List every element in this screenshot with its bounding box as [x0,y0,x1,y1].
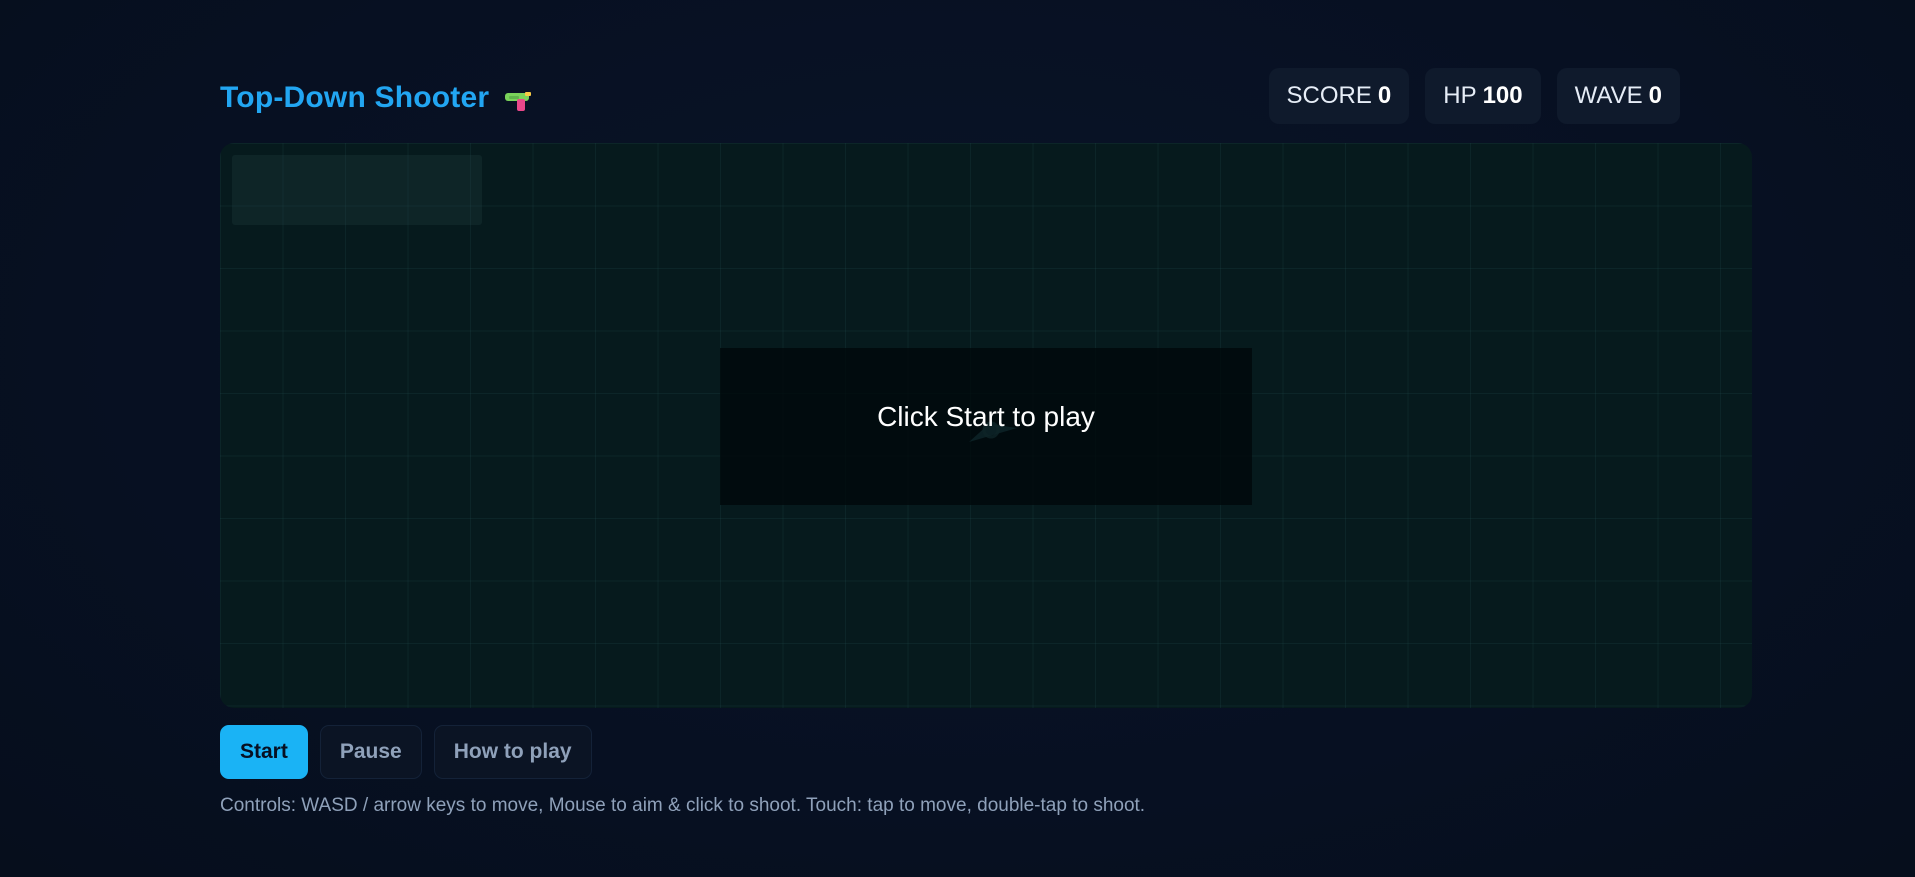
pause-button[interactable]: Pause [319,725,422,779]
wave-stat: WAVE 0 [1556,68,1680,124]
title-text: Top-Down Shooter [220,81,490,114]
header: Top-Down Shooter SCORE 0 HP 100 WAVE 0 [220,66,1752,124]
game-canvas[interactable]: Click Start to play [220,143,1752,708]
stats-bar: SCORE 0 HP 100 WAVE 0 [1268,68,1752,124]
score-value: 0 [1377,82,1392,109]
overlay-message: Click Start to play [877,400,1095,432]
how-to-play-button[interactable]: How to play [433,725,592,779]
water-gun-icon [503,87,533,113]
hp-stat: HP 100 [1425,68,1541,124]
hud-panel [232,155,482,225]
controls-help-text: Controls: WASD / arrow keys to move, Mou… [220,795,1146,816]
wave-label: WAVE [1574,82,1643,109]
hp-label: HP [1443,82,1477,109]
page-title: Top-Down Shooter [220,81,533,115]
start-overlay[interactable]: Click Start to play [720,348,1252,505]
wave-value: 0 [1648,82,1662,109]
control-buttons: Start Pause How to play [220,725,592,779]
score-label: SCORE [1286,82,1372,109]
hp-value: 100 [1482,82,1523,109]
start-button[interactable]: Start [220,725,308,779]
score-stat: SCORE 0 [1268,68,1410,124]
